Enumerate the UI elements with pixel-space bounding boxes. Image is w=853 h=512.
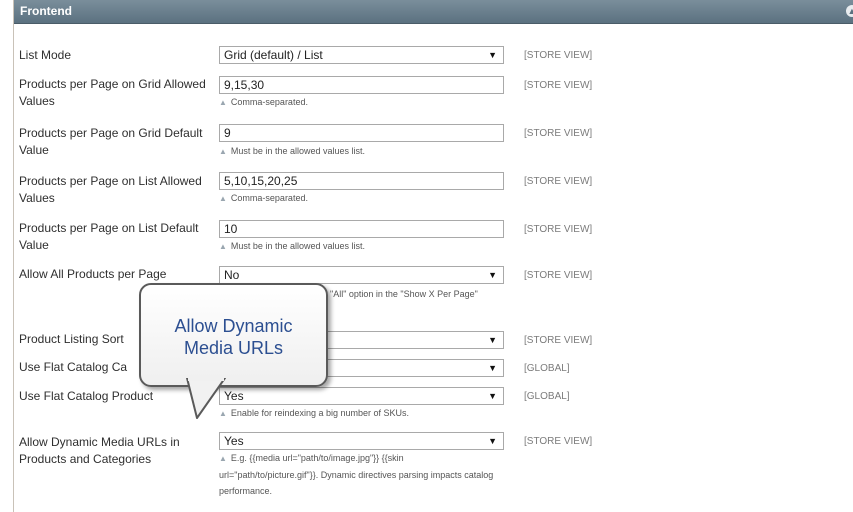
- grid-default-value-value: 9: [224, 126, 231, 140]
- callout-pointer: [186, 378, 226, 419]
- use-flat-catalog-product-select[interactable]: Yes ▼: [219, 387, 504, 405]
- chevron-down-icon: ▼: [488, 335, 497, 345]
- list-allowed-values-note: ▲ Comma-separated.: [219, 193, 308, 203]
- scope-label: [STORE VIEW]: [524, 80, 593, 91]
- callout-text: Allow Dynamic Media URLs: [141, 315, 326, 359]
- scope-label: [STORE VIEW]: [524, 176, 593, 187]
- list-default-value-input[interactable]: 10: [219, 220, 504, 238]
- grid-allowed-values-note: ▲ Comma-separated.: [219, 97, 308, 107]
- triangle-up-icon: ▲: [219, 98, 227, 107]
- chevron-down-icon: ▼: [488, 391, 497, 401]
- scope-label: [STORE VIEW]: [524, 436, 593, 447]
- grid-allowed-values-label: Products per Page on Grid Allowed Values: [19, 77, 206, 108]
- list-allowed-values-label: Products per Page on List Allowed Values: [19, 174, 202, 205]
- collapse-icon[interactable]: ▲: [846, 5, 853, 17]
- triangle-up-icon: ▲: [219, 194, 227, 203]
- grid-allowed-values-input[interactable]: 9,15,30: [219, 76, 504, 94]
- allow-all-products-note: "All" option in the "Show X Per Page": [330, 289, 478, 299]
- triangle-up-icon: ▲: [219, 242, 227, 251]
- list-default-value-value: 10: [224, 222, 238, 236]
- grid-allowed-values-value: 9,15,30: [224, 78, 265, 92]
- list-default-value-note: ▲ Must be in the allowed values list.: [219, 241, 365, 251]
- section-header[interactable]: Frontend ▲: [14, 0, 853, 24]
- scope-label: [STORE VIEW]: [524, 335, 593, 346]
- chevron-down-icon: ▼: [488, 270, 497, 280]
- chevron-down-icon: ▼: [488, 50, 497, 60]
- list-mode-label: List Mode: [19, 48, 72, 62]
- callout-line-1: Allow Dynamic: [174, 316, 293, 336]
- list-mode-select[interactable]: Grid (default) / List ▼: [219, 46, 504, 64]
- grid-default-value-note: ▲ Must be in the allowed values list.: [219, 146, 365, 156]
- allow-dynamic-media-urls-select[interactable]: Yes ▼: [219, 432, 504, 450]
- chevron-down-icon: ▼: [488, 436, 497, 446]
- grid-default-value-label: Products per Page on Grid Default Value: [19, 126, 203, 157]
- scope-label: [STORE VIEW]: [524, 128, 593, 139]
- scope-label: [STORE VIEW]: [524, 50, 593, 61]
- scope-label: [STORE VIEW]: [524, 224, 593, 235]
- section-title: Frontend: [20, 4, 72, 18]
- allow-all-products-label: Allow All Products per Page: [19, 267, 167, 281]
- scope-label: [STORE VIEW]: [524, 270, 593, 281]
- list-mode-value: Grid (default) / List: [224, 48, 323, 62]
- callout-bubble: Allow Dynamic Media URLs: [139, 283, 328, 387]
- scope-label: [GLOBAL]: [524, 391, 570, 402]
- grid-default-value-input[interactable]: 9: [219, 124, 504, 142]
- allow-dynamic-media-urls-note: ▲ E.g. {{media url="path/to/image.jpg"}} …: [219, 453, 494, 496]
- allow-dynamic-media-urls-label: Allow Dynamic Media URLs in Products and…: [19, 435, 180, 466]
- chevron-down-icon: ▼: [488, 363, 497, 373]
- allow-all-products-select[interactable]: No ▼: [219, 266, 504, 284]
- triangle-up-icon: ▲: [219, 147, 227, 156]
- list-allowed-values-input[interactable]: 5,10,15,20,25: [219, 172, 504, 190]
- allow-all-products-value: No: [224, 268, 240, 282]
- callout-line-2: Media URLs: [183, 338, 284, 358]
- allow-dynamic-media-urls-value: Yes: [224, 434, 244, 448]
- list-allowed-values-value: 5,10,15,20,25: [224, 174, 298, 188]
- use-flat-catalog-product-note: ▲ Enable for reindexing a big number of S…: [219, 408, 410, 418]
- scope-label: [GLOBAL]: [524, 363, 570, 374]
- list-default-value-label: Products per Page on List Default Value: [19, 221, 199, 252]
- triangle-up-icon: ▲: [219, 454, 227, 463]
